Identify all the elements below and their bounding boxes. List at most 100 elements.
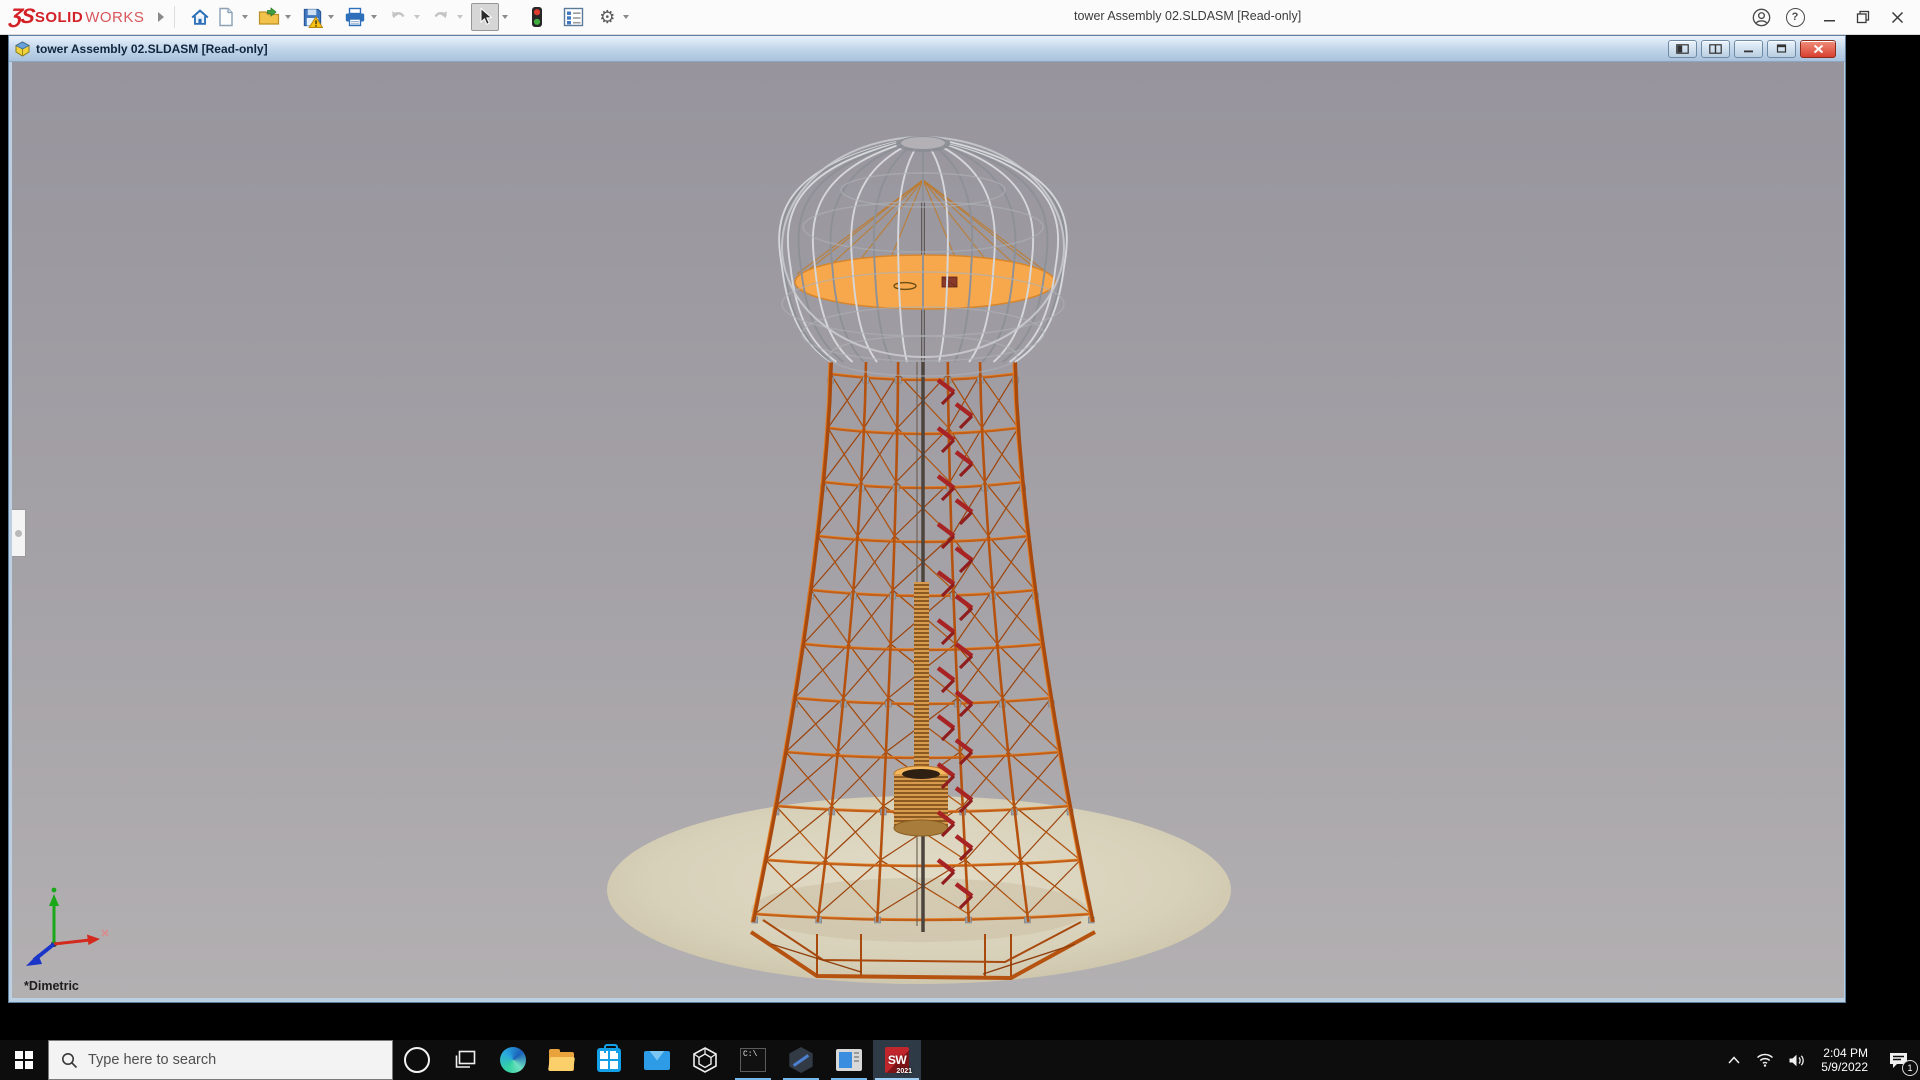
- options-list-button[interactable]: [560, 4, 586, 30]
- document-window: tower Assembly 02.SLDASM [Read-only]: [8, 35, 1846, 1003]
- action-center-badge: 1: [1902, 1060, 1918, 1076]
- system-tray: 2:04 PM 5/9/2022 1: [1719, 1040, 1920, 1080]
- document-title: tower Assembly 02.SLDASM [Read-only]: [36, 42, 268, 56]
- taskbar-app-store[interactable]: [585, 1040, 633, 1080]
- taskbar-app-file-explorer[interactable]: [537, 1040, 585, 1080]
- minimize-button[interactable]: [1812, 0, 1846, 34]
- account-icon: [1752, 8, 1771, 27]
- redo-button[interactable]: [428, 4, 454, 30]
- graphics-viewport[interactable]: *Dimetric: [12, 62, 1844, 998]
- tile-left-icon: [1676, 44, 1689, 54]
- clock-date: 5/9/2022: [1821, 1060, 1868, 1074]
- chevron-up-icon: [1728, 1056, 1740, 1064]
- speaker-icon: [1788, 1053, 1806, 1068]
- print-button[interactable]: [342, 4, 368, 30]
- print-dropdown-icon[interactable]: [371, 15, 377, 19]
- window-controls: ?: [1744, 0, 1914, 34]
- select-tool-button[interactable]: [471, 3, 499, 31]
- new-document-button[interactable]: [213, 4, 239, 30]
- taskbar-app-3d-viewer[interactable]: [681, 1040, 729, 1080]
- 3d-viewer-icon: [692, 1047, 718, 1073]
- task-view-icon: [454, 1050, 476, 1070]
- taskbar-app-mail[interactable]: [633, 1040, 681, 1080]
- tile-left-button[interactable]: [1668, 40, 1697, 58]
- tray-volume[interactable]: [1781, 1040, 1813, 1080]
- command-prompt-icon: C:\: [740, 1048, 766, 1072]
- solidworks-logo-icon: ƷS: [8, 5, 34, 29]
- tray-clock[interactable]: 2:04 PM 5/9/2022: [1821, 1046, 1868, 1074]
- taskbar-search-input[interactable]: Type here to search: [48, 1040, 393, 1080]
- restore-icon: [1856, 10, 1870, 24]
- doc-close-button[interactable]: [1800, 40, 1836, 58]
- mail-icon: [644, 1051, 670, 1070]
- undo-button[interactable]: [385, 4, 411, 30]
- tile-split-button[interactable]: [1701, 40, 1730, 58]
- cortana-button[interactable]: [393, 1040, 441, 1080]
- new-dropdown-icon[interactable]: [242, 15, 248, 19]
- traffic-light-icon: [531, 6, 543, 28]
- view-orientation-label: *Dimetric: [24, 979, 79, 993]
- taskbar-app-edrawings[interactable]: [777, 1040, 825, 1080]
- minimize-icon: [1823, 11, 1836, 24]
- doc-minimize-button[interactable]: [1734, 40, 1763, 58]
- store-icon: [597, 1048, 621, 1072]
- orientation-triad[interactable]: [18, 882, 110, 974]
- menu-expand-icon[interactable]: [158, 12, 164, 22]
- close-button[interactable]: [1880, 0, 1914, 34]
- start-button[interactable]: [0, 1040, 48, 1080]
- solidworks-logo: ƷS SOLIDWORKS: [10, 5, 144, 29]
- open-dropdown-icon[interactable]: [285, 15, 291, 19]
- home-icon: [189, 6, 211, 28]
- taskbar-app-solidworks[interactable]: SW 2021: [873, 1040, 921, 1080]
- doc-restore-icon: [1776, 44, 1787, 53]
- search-icon: [61, 1052, 78, 1069]
- action-center-button[interactable]: 1: [1876, 1040, 1920, 1080]
- help-button[interactable]: ?: [1778, 0, 1812, 34]
- open-button[interactable]: [256, 4, 282, 30]
- document-window-buttons: [1668, 40, 1840, 58]
- 3d-model-tower-assembly[interactable]: [12, 62, 1844, 998]
- save-button[interactable]: [299, 4, 325, 30]
- tile-split-icon: [1709, 44, 1722, 54]
- settings-button[interactable]: ⚙: [594, 4, 620, 30]
- wifi-icon: [1756, 1053, 1774, 1067]
- task-view-button[interactable]: [441, 1040, 489, 1080]
- cortana-icon: [404, 1047, 430, 1073]
- taskbar-app-remote-window[interactable]: [825, 1040, 873, 1080]
- solidworks-app-icon: SW 2021: [882, 1046, 912, 1074]
- account-button[interactable]: [1744, 0, 1778, 34]
- select-cursor-icon: [476, 7, 494, 27]
- undo-dropdown-icon[interactable]: [414, 15, 420, 19]
- restore-button[interactable]: [1846, 0, 1880, 34]
- tray-network[interactable]: [1749, 1040, 1781, 1080]
- select-dropdown-icon[interactable]: [502, 15, 508, 19]
- home-button[interactable]: [187, 4, 213, 30]
- settings-dropdown-icon[interactable]: [623, 15, 629, 19]
- save-icon: [302, 7, 323, 28]
- save-dropdown-icon[interactable]: [328, 15, 334, 19]
- doc-close-icon: [1813, 44, 1824, 54]
- taskbar: Type here to search C:\ SW 2: [0, 1040, 1920, 1080]
- search-placeholder: Type here to search: [88, 1052, 216, 1068]
- selection-filter-button[interactable]: [524, 4, 550, 30]
- redo-icon: [430, 8, 452, 26]
- undo-icon: [387, 8, 409, 26]
- app-title: tower Assembly 02.SLDASM [Read-only]: [1074, 9, 1301, 23]
- feature-tree-collapse-tab[interactable]: [12, 509, 26, 557]
- help-icon: ?: [1786, 8, 1805, 27]
- redo-dropdown-icon[interactable]: [457, 15, 463, 19]
- file-explorer-icon: [549, 1052, 574, 1071]
- app-titlebar: ƷS SOLIDWORKS: [0, 0, 1920, 35]
- doc-restore-button[interactable]: [1767, 40, 1796, 58]
- new-document-icon: [216, 7, 236, 27]
- document-titlebar[interactable]: tower Assembly 02.SLDASM [Read-only]: [9, 36, 1845, 62]
- windows-logo-icon: [15, 1051, 33, 1069]
- hexagon-app-icon: [788, 1047, 814, 1073]
- open-folder-icon: [258, 7, 280, 27]
- tray-show-hidden-icons[interactable]: [1719, 1040, 1749, 1080]
- taskbar-app-edge[interactable]: [489, 1040, 537, 1080]
- gear-icon: ⚙: [599, 8, 615, 26]
- toolbar-separator: [174, 6, 175, 28]
- print-icon: [344, 7, 366, 27]
- taskbar-app-command-prompt[interactable]: C:\: [729, 1040, 777, 1080]
